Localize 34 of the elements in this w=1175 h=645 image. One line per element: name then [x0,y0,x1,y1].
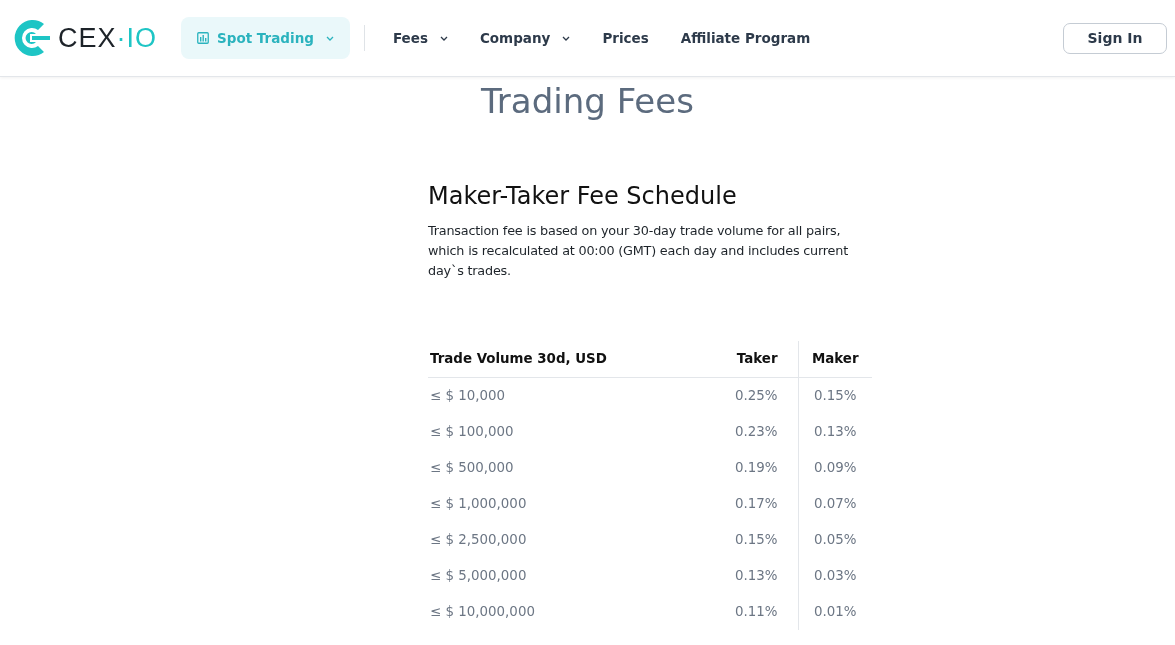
table-cell-text: ≤ $ 5,000,000 [429,566,528,585]
page-title: Trading Fees [481,81,694,122]
table-cell-text: ≤ $ 2,500,000 [429,530,528,549]
section-title: Maker-Taker Fee Schedule [428,181,738,211]
table-cell: 0.25% [700,377,798,414]
nav-link[interactable]: Affiliate Program [664,17,827,59]
table-cell: 0.09% [798,449,872,486]
nav-link[interactable]: Company [463,17,587,59]
table-cell: 0.05% [798,521,872,558]
table-cell: 0.17% [700,485,798,522]
nav-link[interactable]: Fees [376,17,464,59]
table-cell-text: ≤ $ 1,000,000 [429,494,528,513]
table-cell: 0.15% [798,377,872,414]
logo-text: CEX·IO [58,24,158,52]
table-cell: 0.03% [798,557,872,594]
description-paragraph: Transaction fee is based on your 30-day trade volume for all pairs, which is recalculated at 00:00 (GMT) each day and includes current day`s trades. [428,221,849,280]
table-cell: 0.13% [700,557,798,594]
table-cell: 0.13% [798,413,872,450]
table-cell: 0.19% [700,449,798,486]
table-cell-text: ≤ $ 100,000 [429,422,515,441]
sign-in-button[interactable]: Sign In [1063,22,1167,54]
table-cell: ≤ $ 10,000 [428,377,701,414]
column-header: Taker [700,340,798,378]
column-header: Maker [798,340,872,378]
table-cell: 0.01% [798,593,872,630]
chart-icon [197,32,210,44]
table-cell: 0.15% [700,521,798,558]
table-cell: 0.11% [700,593,798,630]
column-header: Trade Volume 30d, USD [428,340,701,378]
table-cell: 0.23% [700,413,798,450]
table-cell-text: ≤ $ 10,000,000 [429,602,536,621]
table-cell: 0.07% [798,485,872,522]
nav-link[interactable]: Prices [586,17,665,59]
table-cell-text: ≤ $ 500,000 [429,458,515,477]
